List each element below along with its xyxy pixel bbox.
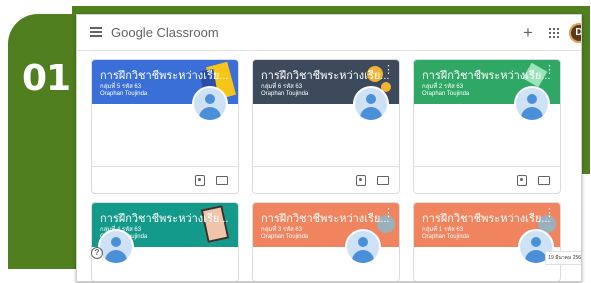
teacher-avatar [98,229,134,265]
account-avatar[interactable]: D [569,23,581,43]
teacher-avatar [353,86,389,122]
class-section: กลุ่มที่ 6 รหัส 63 [261,84,303,90]
help-icon[interactable]: ? [91,247,103,259]
class-card-6[interactable]: ⋮ การฝึกวิชาชีพระหว่างเรีย... กลุ่มที่ 1… [413,202,561,281]
assignment-icon[interactable] [356,175,366,186]
class-section: กลุ่มที่ 5 รหัส 63 [100,84,142,90]
class-card-2[interactable]: ⋮ การฝึกวิชาชีพระหว่างเรีย... กลุ่มที่ 6… [252,59,400,194]
teacher-avatar [345,229,381,265]
class-owner: Oraphan Toujinda [422,234,470,240]
classroom-window: Google Classroom + D การฝึกวิชาชีพระหว่า… [76,14,582,282]
teacher-avatar [192,86,228,122]
green-frame-right [582,6,590,174]
slide-number: 01 [22,58,71,99]
assignment-icon[interactable] [195,175,205,186]
class-owner: Oraphan Toujinda [261,91,309,97]
green-frame-top [72,6,590,14]
slide: 01 Google Classroom + D การฝึกวิชาชีพระห… [0,0,591,283]
timestamp: 19 มีนาคม 2565 [545,251,581,265]
folder-icon[interactable] [538,176,550,185]
card-footer [414,166,560,193]
class-section: กลุ่มที่ 1 รหัส 63 [422,227,464,233]
folder-icon[interactable] [377,176,389,185]
create-join-plus-icon[interactable]: + [523,23,533,43]
class-card-1[interactable]: การฝึกวิชาชีพระหว่างเรีย... กลุ่มที่ 5 ร… [91,59,239,194]
class-owner: Oraphan Toujinda [422,91,470,97]
folder-icon[interactable] [216,176,228,185]
assignment-icon[interactable] [517,175,527,186]
hamburger-menu-icon[interactable] [90,27,102,37]
teacher-avatar [514,86,550,122]
class-card-4[interactable]: การฝึกวิชาชีพระหว่างเรีย... กลุ่มที่ 4 ร… [91,202,239,281]
google-apps-grid-icon[interactable] [549,28,559,38]
app-title[interactable]: Google Classroom [111,25,219,40]
app-title-text: Google Classroom [111,25,219,40]
class-card-3[interactable]: ⋮ การฝึกวิชาชีพระหว่างเรีย... กลุ่มที่ 2… [413,59,561,194]
class-owner: Oraphan Toujinda [261,234,309,240]
class-section: กลุ่มที่ 2 รหัส 63 [422,84,464,90]
card-footer [92,166,238,193]
top-app-bar: Google Classroom + D [77,15,581,51]
class-section: กลุ่มที่ 3 รหัส 63 [261,227,303,233]
class-owner: Oraphan Toujinda [100,91,148,97]
card-footer [253,166,399,193]
class-card-5[interactable]: ⋮ การฝึกวิชาชีพระหว่างเรีย... กลุ่มที่ 3… [252,202,400,281]
